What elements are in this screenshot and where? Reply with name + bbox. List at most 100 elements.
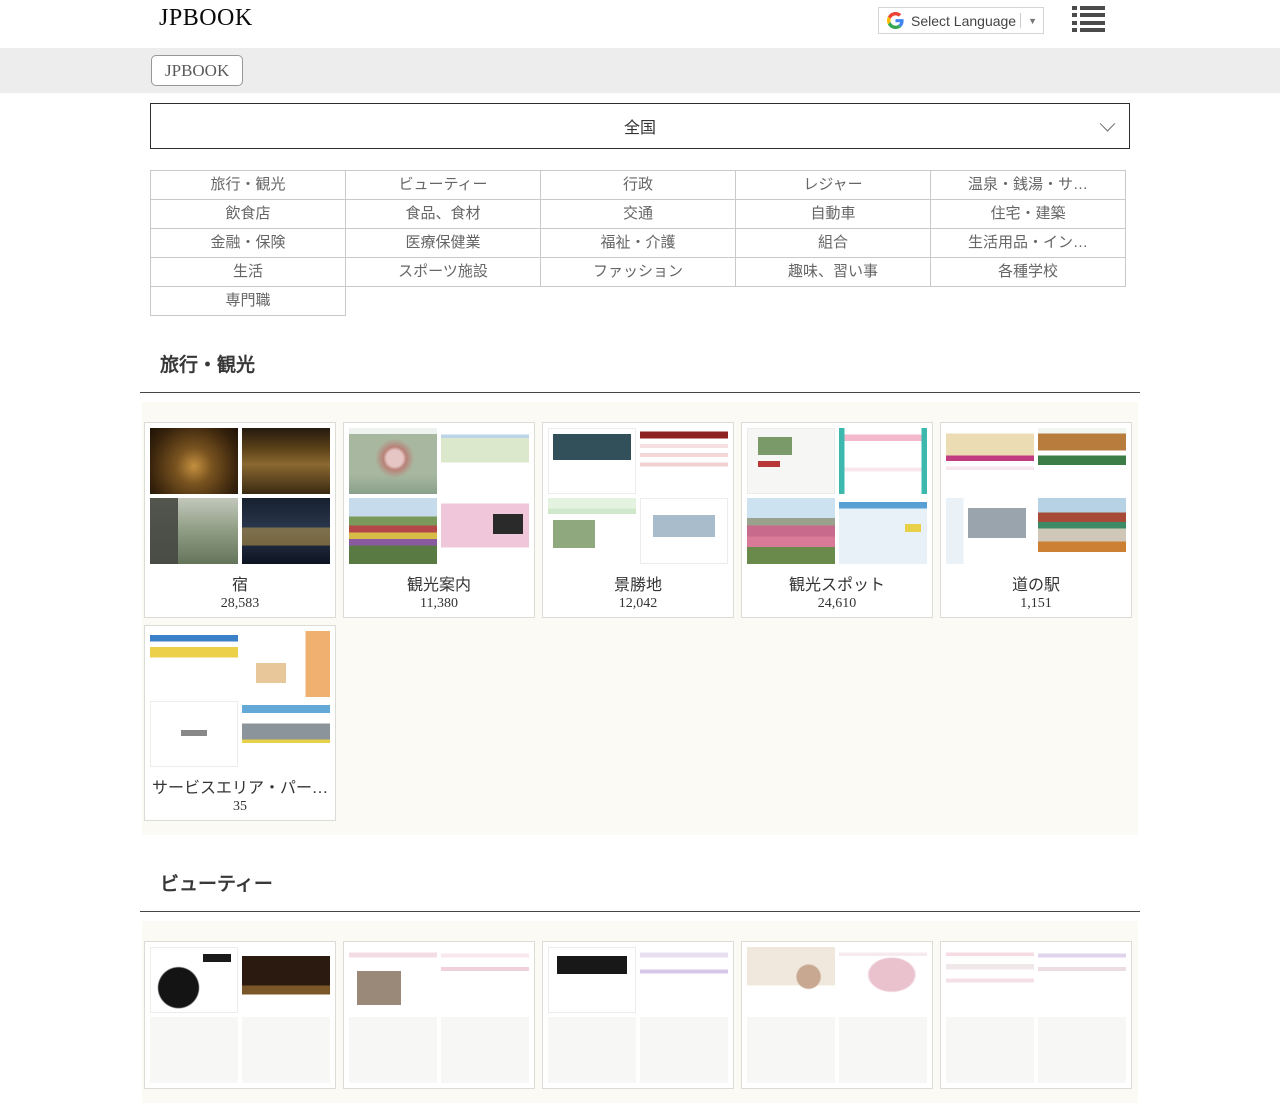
list-menu-row [1072,21,1105,25]
site-thumbnail [548,947,636,1013]
site-thumbnail [548,498,636,564]
category-link[interactable]: 行政 [540,170,736,200]
site-thumbnail [839,1017,927,1083]
site-thumbnail [946,947,1034,1013]
category-link[interactable]: 趣味、習い事 [735,257,931,287]
site-thumbnail [349,428,437,494]
card-label: 道の駅 [946,571,1126,595]
site-thumbnail [242,1017,330,1083]
google-translate-widget[interactable]: Select Language ▼ [878,7,1044,34]
list-menu-icon[interactable] [1072,6,1105,32]
card-count: 12,042 [548,596,728,612]
site-thumbnail [640,947,728,1013]
card-count: 35 [150,799,330,815]
category-card[interactable] [940,941,1132,1089]
category-link[interactable]: 各種学校 [930,257,1126,287]
section-divider [140,911,1140,912]
category-card[interactable] [343,941,535,1089]
translate-separator [1020,13,1021,28]
content-area: 全国 旅行・観光 ビューティー 行政 レジャー 温泉・銭湯・サ… 飲食店 食品、… [142,103,1138,1103]
site-thumbnail [1038,1017,1126,1083]
site-thumbnail [747,1017,835,1083]
card-thumbnails [747,947,927,1083]
site-thumbnail [150,701,238,767]
category-link[interactable]: 組合 [735,228,931,258]
section-divider [140,392,1140,393]
category-row: 金融・保険 医療保健業 福祉・介護 組合 生活用品・イン… [150,228,1130,258]
site-thumbnail [640,498,728,564]
breadcrumb: JPBOOK [0,48,1280,93]
category-card[interactable]: 観光案内 11,380 [343,422,535,618]
section-card-list: 宿 28,583 観光案内 11,380 景勝地 12,042 [142,402,1138,835]
card-count: 1,151 [946,596,1126,612]
site-thumbnail [242,428,330,494]
google-logo-icon [887,12,904,29]
category-link[interactable]: 自動車 [735,199,931,229]
category-link[interactable]: ビューティー [345,170,541,200]
site-thumbnail [747,428,835,494]
site-thumbnail [839,947,927,1013]
category-link[interactable]: 専門職 [150,286,346,316]
category-row: 飲食店 食品、食材 交通 自動車 住宅・建築 [150,199,1130,229]
category-card[interactable]: サービスエリア・パー… 35 [144,625,336,821]
category-link[interactable]: 福祉・介護 [540,228,736,258]
category-link[interactable]: 食品、食材 [345,199,541,229]
site-thumbnail [242,701,330,767]
card-thumbnails [548,947,728,1083]
card-thumbnails [946,947,1126,1083]
card-count: 28,583 [150,596,330,612]
translate-label: Select Language [911,13,1016,29]
category-card[interactable]: 観光スポット 24,610 [741,422,933,618]
card-label: 景勝地 [548,571,728,595]
category-link[interactable]: 生活 [150,257,346,287]
site-thumbnail [747,947,835,1013]
site-title: JPBOOK [159,5,253,32]
site-thumbnail [946,1017,1034,1083]
site-thumbnail [1038,428,1126,494]
category-link[interactable]: レジャー [735,170,931,200]
card-label: 観光案内 [349,571,529,595]
card-thumbnails [150,947,330,1083]
site-thumbnail [441,947,529,1013]
category-card[interactable] [144,941,336,1089]
site-thumbnail [1038,498,1126,564]
category-link[interactable]: 旅行・観光 [150,170,346,200]
category-card[interactable] [741,941,933,1089]
category-link[interactable]: スポーツ施設 [345,257,541,287]
category-link[interactable]: 住宅・建築 [930,199,1126,229]
category-card[interactable] [542,941,734,1089]
site-thumbnail [349,498,437,564]
list-menu-row [1072,6,1105,10]
breadcrumb-home-button[interactable]: JPBOOK [151,55,243,86]
site-thumbnail [150,428,238,494]
site-thumbnail [349,1017,437,1083]
category-card[interactable]: 宿 28,583 [144,422,336,618]
list-menu-row [1072,13,1105,17]
site-thumbnail [747,498,835,564]
site-thumbnail [548,1017,636,1083]
category-link[interactable]: 医療保健業 [345,228,541,258]
category-card[interactable]: 景勝地 12,042 [542,422,734,618]
site-thumbnail [441,1017,529,1083]
category-link[interactable]: ファッション [540,257,736,287]
category-row: 旅行・観光 ビューティー 行政 レジャー 温泉・銭湯・サ… [150,170,1130,200]
top-bar: JPBOOK Select Language ▼ [0,0,1280,48]
category-link[interactable]: 温泉・銭湯・サ… [930,170,1126,200]
category-link[interactable]: 交通 [540,199,736,229]
region-select[interactable]: 全国 [150,103,1130,149]
category-link[interactable]: 金融・保険 [150,228,346,258]
card-thumbnails [747,428,927,564]
category-row: 専門職 [150,286,1130,316]
card-thumbnails [946,428,1126,564]
card-thumbnails [150,631,330,767]
category-grid: 旅行・観光 ビューティー 行政 レジャー 温泉・銭湯・サ… 飲食店 食品、食材 … [150,170,1130,316]
site-thumbnail [548,428,636,494]
category-link[interactable]: 飲食店 [150,199,346,229]
card-thumbnails [548,428,728,564]
site-thumbnail [242,631,330,697]
category-link[interactable]: 生活用品・イン… [930,228,1126,258]
site-thumbnail [441,428,529,494]
site-thumbnail [1038,947,1126,1013]
category-card[interactable]: 道の駅 1,151 [940,422,1132,618]
card-count: 24,610 [747,596,927,612]
